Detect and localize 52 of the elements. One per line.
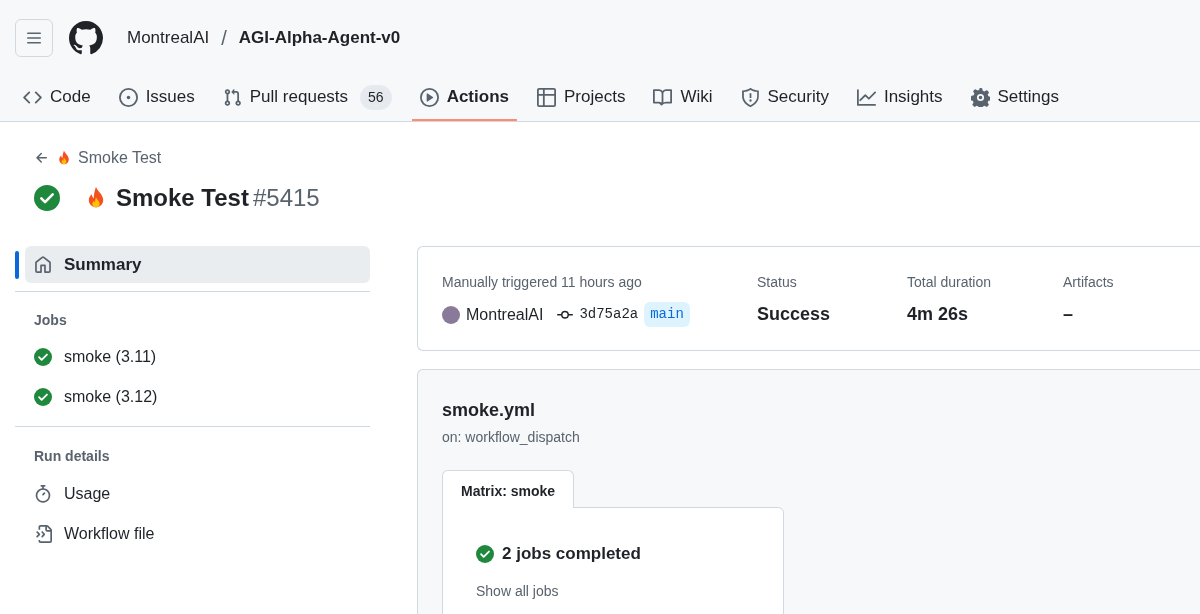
table-icon <box>537 87 556 107</box>
settings-icon <box>970 87 990 107</box>
nav-tab[interactable]: Settings <box>962 75 1067 121</box>
run-detail-link[interactable]: Workflow file <box>34 522 370 546</box>
home-icon <box>34 255 52 274</box>
avatar <box>442 305 460 324</box>
actor-link[interactable]: MontrealAI <box>466 302 544 327</box>
nav-tab[interactable]: Wiki <box>645 75 721 121</box>
job-link[interactable]: smoke (3.12) <box>34 385 370 409</box>
owner-link[interactable]: MontrealAI <box>127 24 210 51</box>
book-icon <box>653 87 673 107</box>
code-file-icon <box>34 525 52 543</box>
stat-label: Status <box>757 273 798 292</box>
run-detail-link[interactable]: Usage <box>34 482 370 506</box>
nav-tab[interactable]: Code <box>15 75 99 121</box>
flame-icon <box>56 150 72 166</box>
count-badge: 56 <box>360 84 392 110</box>
commit-link[interactable]: 3d75a2a <box>579 304 639 325</box>
nav-tab[interactable]: Projects <box>529 75 634 121</box>
section-heading: Jobs <box>34 311 68 330</box>
workflow-trigger: on: workflow_dispatch <box>442 428 581 447</box>
nav-tab[interactable]: Pull requests 56 <box>214 75 400 121</box>
job-link[interactable]: smoke (3.11) <box>34 345 370 369</box>
nav-tab[interactable]: Actions <box>411 75 517 121</box>
run-number: #5415 <box>252 183 320 213</box>
repo-link[interactable]: AGI-Alpha-Agent-v0 <box>238 24 401 51</box>
back-link[interactable]: Smoke Test <box>34 146 1200 170</box>
nav-tab[interactable]: Insights <box>848 75 951 121</box>
stat-label: Artifacts <box>1063 273 1115 292</box>
shield-icon <box>740 87 760 107</box>
stat-value: 4m 26s <box>907 303 970 326</box>
trigger-text: Manually triggered 11 hours ago <box>442 273 643 292</box>
workflow-file-name: smoke.yml <box>442 399 537 422</box>
graph-icon <box>856 87 876 107</box>
nav-tab[interactable]: Issues <box>110 75 203 121</box>
back-arrow-icon <box>34 150 50 166</box>
summary-nav-item[interactable]: Summary <box>25 246 370 283</box>
pull-request-icon <box>222 87 242 107</box>
stat-value: – <box>1063 303 1074 326</box>
section-heading: Run details <box>34 447 111 466</box>
stopwatch-icon <box>34 485 52 503</box>
show-all-jobs-link[interactable]: Show all jobs <box>476 580 783 602</box>
run-title: Smoke Test <box>116 183 249 213</box>
stat-label: Total duration <box>907 273 993 292</box>
jobs-completed-text: 2 jobs completed <box>502 543 641 565</box>
play-icon <box>419 87 439 107</box>
nav-tab[interactable]: Security <box>732 75 837 121</box>
octocat-logo-icon[interactable] <box>69 20 103 55</box>
breadcrumb-separator: / <box>221 25 227 51</box>
menu-button[interactable] <box>15 18 53 57</box>
stat-value: Success <box>757 303 832 326</box>
branch-label[interactable]: main <box>644 302 690 327</box>
